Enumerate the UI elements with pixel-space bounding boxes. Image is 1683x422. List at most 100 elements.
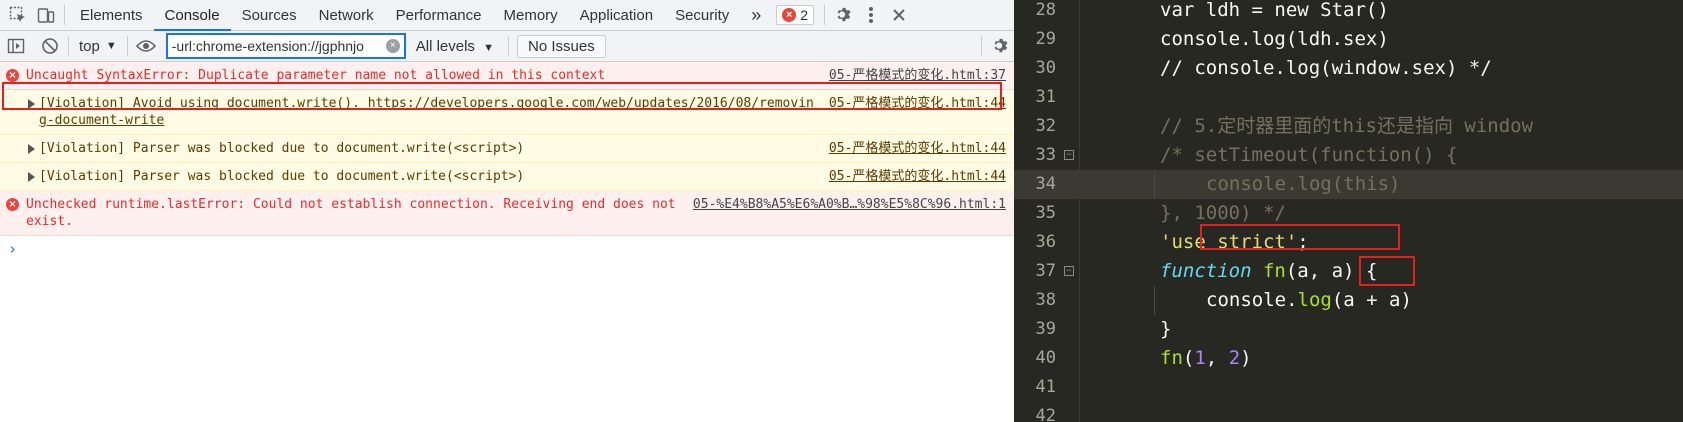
expand-triangle-icon[interactable] — [28, 99, 35, 109]
console-settings-gear-icon[interactable] — [986, 32, 1014, 60]
code-token: (a + a) — [1331, 289, 1412, 311]
issues-button[interactable]: No Issues — [517, 34, 606, 58]
clear-filter-icon[interactable]: × — [385, 39, 400, 53]
error-count: 2 — [800, 7, 809, 23]
code-token: // console.log(window.sex) */ — [1160, 57, 1492, 79]
error-count-badge[interactable]: × 2 — [776, 5, 815, 25]
source-link[interactable]: 05-%E4%B8%A5%E6%A0%B…%98%E5%8C%96.html:1 — [693, 196, 1006, 230]
log-levels-dropdown[interactable]: All levels ▼ — [406, 38, 504, 55]
code-token: } — [1160, 318, 1172, 340]
line-number: 40 — [1035, 348, 1056, 368]
devtools-panel: Elements Console Sources Network Performance… — [0, 0, 1014, 422]
tab-network[interactable]: Network — [308, 0, 385, 31]
line-number: 34 — [1035, 174, 1056, 194]
toolbar-divider — [981, 36, 982, 56]
tab-sources[interactable]: Sources — [231, 0, 308, 31]
inspect-element-icon[interactable] — [4, 1, 32, 29]
code-text: console.log(ldh.sex) — [1160, 25, 1389, 54]
live-expression-eye-icon[interactable] — [132, 32, 160, 60]
device-toolbar-icon[interactable] — [32, 1, 60, 29]
indent-guide — [1154, 170, 1155, 199]
fold-toggle-icon[interactable]: − — [1064, 266, 1074, 276]
line-number: 29 — [1035, 29, 1056, 49]
clear-console-icon[interactable] — [36, 32, 64, 60]
tab-console[interactable]: Console — [153, 0, 231, 31]
code-token: console. — [1206, 289, 1298, 311]
code-line[interactable]: 28 var ldh = new Star() — [1014, 0, 1683, 25]
code-line[interactable]: 29 console.log(ldh.sex) — [1014, 25, 1683, 54]
line-number: 36 — [1035, 232, 1056, 252]
code-token: fn — [1160, 347, 1183, 369]
code-token: ) — [1240, 347, 1252, 369]
code-text: }, 1000) */ — [1160, 199, 1286, 228]
console-message-error[interactable]: × Unchecked runtime.lastError: Could not… — [0, 191, 1014, 236]
dropdown-arrow-icon: ▼ — [105, 40, 117, 52]
line-number: 37 — [1035, 261, 1056, 281]
message-text: [Violation] Avoid using document.write()… — [26, 95, 821, 129]
message-prefix: [Violation] Avoid using document.write()… — [39, 96, 368, 111]
tab-elements[interactable]: Elements — [69, 0, 154, 31]
code-token: console.log(this) — [1206, 173, 1401, 195]
line-number: 42 — [1035, 406, 1056, 422]
code-line[interactable]: 38 console.log(a + a) — [1014, 286, 1683, 315]
code-text: fn(1, 2) — [1160, 344, 1252, 373]
code-editor[interactable]: 28 var ldh = new Star() 29 console.log(ldh.… — [1014, 0, 1683, 422]
more-options-icon[interactable] — [857, 1, 885, 29]
code-line[interactable]: 34 console.log(this) — [1014, 170, 1683, 199]
toolbar-divider — [824, 5, 826, 25]
code-token: (a, a) { — [1285, 260, 1378, 282]
code-line[interactable]: 41 — [1014, 373, 1683, 402]
tab-performance[interactable]: Performance — [385, 0, 493, 31]
message-text: Unchecked runtime.lastError: Could not e… — [26, 197, 676, 229]
code-line[interactable]: 40 fn(1, 2) — [1014, 344, 1683, 373]
line-number: 38 — [1035, 290, 1056, 310]
source-link[interactable]: 05-严格模式的变化.html:44 — [829, 168, 1006, 185]
tab-security[interactable]: Security — [664, 0, 740, 31]
error-icon: × — [6, 198, 19, 211]
code-line[interactable]: 35}, 1000) */ — [1014, 199, 1683, 228]
code-token: /* setTimeout(function() { — [1160, 144, 1458, 166]
code-line[interactable]: 36 'use strict'; — [1014, 228, 1683, 257]
console-message-warning[interactable]: [Violation] Parser was blocked due to do… — [0, 135, 1014, 163]
message-text: [Violation] Parser was blocked due to do… — [39, 141, 525, 156]
line-number: 33 — [1035, 145, 1056, 165]
console-message-error[interactable]: × Uncaught SyntaxError: Duplicate parame… — [0, 62, 1014, 90]
code-line[interactable]: 32 // 5.定时器里面的this还是指向 window — [1014, 112, 1683, 141]
code-line[interactable]: 30 // console.log(window.sex) */ — [1014, 54, 1683, 83]
code-token: fn — [1262, 260, 1286, 282]
more-tabs-button[interactable]: » — [740, 0, 772, 31]
console-message-warning[interactable]: [Violation] Avoid using document.write()… — [0, 90, 1014, 135]
sidebar-toggle-icon[interactable] — [2, 32, 30, 60]
line-number: 30 — [1035, 58, 1056, 78]
toolbar-divider — [68, 36, 69, 56]
settings-gear-icon[interactable] — [829, 1, 857, 29]
code-text: // console.log(window.sex) */ — [1160, 54, 1492, 83]
tab-memory[interactable]: Memory — [493, 0, 569, 31]
code-line[interactable]: 37− function fn(a, a) { — [1014, 257, 1683, 286]
code-line[interactable]: 42 — [1014, 402, 1683, 422]
console-prompt[interactable]: › — [0, 236, 1014, 262]
code-text: /* setTimeout(function() { — [1160, 141, 1457, 170]
code-text: function fn(a, a) { — [1160, 257, 1377, 286]
levels-label: All levels — [415, 37, 475, 55]
code-token: function — [1160, 260, 1252, 282]
source-link[interactable]: 05-严格模式的变化.html:44 — [829, 95, 1006, 129]
console-message-warning[interactable]: [Violation] Parser was blocked due to do… — [0, 163, 1014, 191]
context-selector[interactable]: top ▼ — [73, 38, 123, 55]
code-line[interactable]: 31 — [1014, 83, 1683, 112]
close-icon[interactable] — [885, 1, 913, 29]
line-number: 31 — [1035, 87, 1056, 107]
tab-application[interactable]: Application — [569, 0, 664, 31]
console-filter-input[interactable]: -url:chrome-extension://jgphnjo × — [165, 33, 406, 59]
code-line[interactable]: 39} — [1014, 315, 1683, 344]
code-line[interactable]: 33− /* setTimeout(function() { — [1014, 141, 1683, 170]
source-link[interactable]: 05-严格模式的变化.html:44 — [829, 140, 1006, 157]
error-icon: × — [6, 69, 19, 82]
source-link[interactable]: 05-严格模式的变化.html:37 — [829, 67, 1006, 84]
code-token: log — [1297, 289, 1332, 311]
fold-toggle-icon[interactable]: − — [1064, 150, 1074, 160]
line-number: 28 — [1035, 0, 1056, 20]
expand-triangle-icon[interactable] — [28, 172, 35, 182]
expand-triangle-icon[interactable] — [28, 144, 35, 154]
